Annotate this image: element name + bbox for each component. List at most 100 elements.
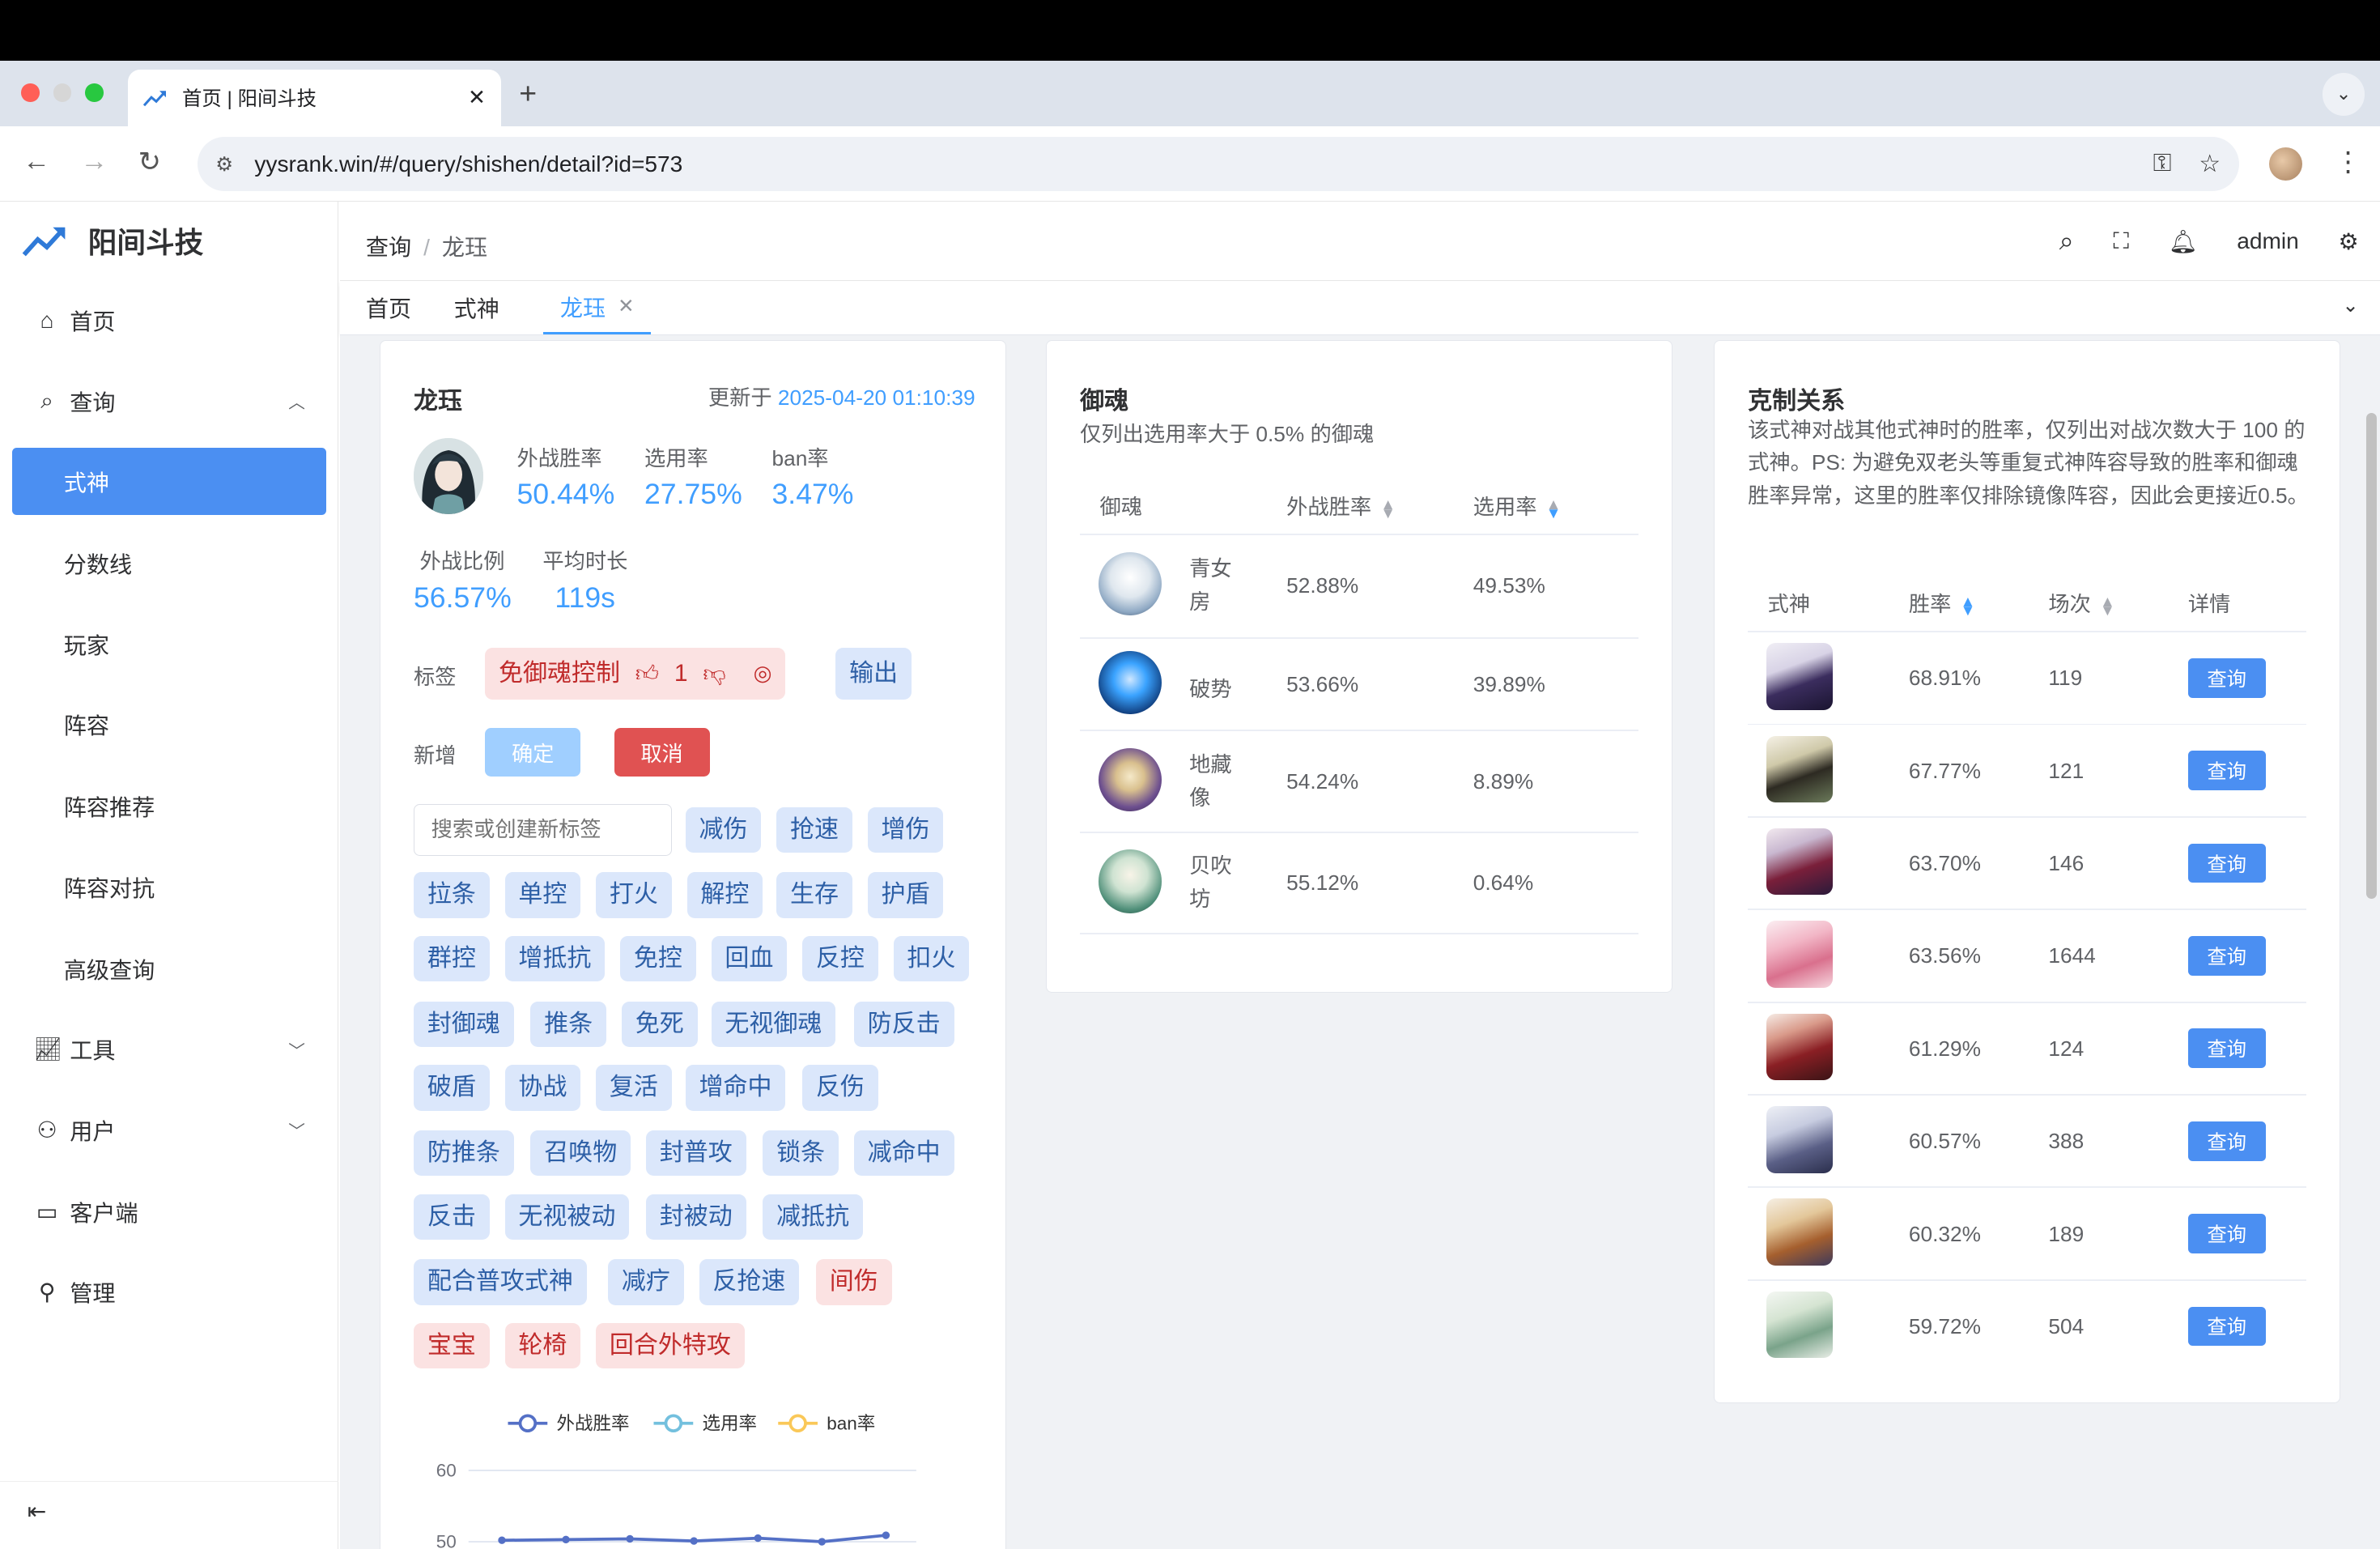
yuhun-name[interactable]: 地藏像: [1189, 748, 1232, 815]
brand-logo[interactable]: 阳间斗技: [21, 220, 203, 262]
legend-item-ban[interactable]: ban率: [778, 1413, 875, 1433]
data-point-0[interactable]: [498, 1536, 506, 1545]
candidate-tag[interactable]: 反控: [802, 936, 878, 982]
candidate-tag[interactable]: 增伤: [867, 806, 944, 853]
cancel-button[interactable]: 取消: [614, 728, 710, 777]
candidate-tag[interactable]: 封被动: [645, 1194, 746, 1240]
sidebar-sub-score-line[interactable]: 分数线: [12, 530, 326, 597]
candidate-tag[interactable]: 宝宝: [414, 1323, 490, 1369]
candidate-tag[interactable]: 防推条: [414, 1130, 514, 1177]
gear-icon[interactable]: ⚙: [2339, 228, 2359, 255]
candidate-tag[interactable]: 增抵抗: [504, 936, 606, 982]
thumbs-up-icon[interactable]: 👍︎: [635, 648, 659, 700]
candidate-tag[interactable]: 破盾: [414, 1065, 490, 1111]
data-point-1[interactable]: [562, 1535, 570, 1544]
candidate-tag[interactable]: 封御魂: [414, 1001, 514, 1047]
candidate-tag[interactable]: 减疗: [608, 1259, 684, 1305]
close-icon[interactable]: ✕: [618, 294, 634, 318]
sidebar-item-tools[interactable]: 📈︎ 工具 ﹀: [0, 1015, 338, 1083]
reload-icon[interactable]: ↻: [138, 146, 161, 178]
tag-view-shishen[interactable]: 式神: [454, 281, 499, 334]
key-icon[interactable]: ⚿: [2153, 150, 2172, 178]
bell-icon[interactable]: 🔔︎: [2169, 228, 2198, 255]
candidate-tag[interactable]: 召唤物: [530, 1130, 631, 1177]
sidebar-item-admin[interactable]: ⚲ 管理: [0, 1258, 338, 1326]
sort-icon[interactable]: ▲ ▼: [2100, 594, 2115, 618]
browser-menu-icon[interactable]: ⋮: [2335, 146, 2362, 178]
data-point-4[interactable]: [754, 1534, 762, 1543]
candidate-tag[interactable]: 护盾: [867, 872, 944, 918]
forward-icon[interactable]: →: [80, 146, 108, 177]
candidate-tag[interactable]: 无视被动: [504, 1194, 630, 1240]
sidebar-item-home[interactable]: ⌂ 首页: [0, 287, 338, 354]
sidebar-item-query[interactable]: ⌕ 查询 ︿: [0, 368, 338, 435]
assigned-tag-shuchu[interactable]: 输出: [835, 647, 912, 700]
column-header-pick-rate[interactable]: 选用率 ▲ ▼: [1473, 490, 1562, 521]
candidate-tag[interactable]: 减命中: [853, 1130, 954, 1177]
candidate-tag[interactable]: 减抵抗: [763, 1194, 863, 1240]
candidate-tag[interactable]: 协战: [504, 1065, 581, 1111]
collapse-sidebar-icon[interactable]: ⇤: [28, 1498, 47, 1525]
tag-view-longjue[interactable]: 龙珏 ✕: [543, 280, 652, 334]
fullscreen-icon[interactable]: ⛶: [2113, 228, 2129, 255]
sidebar-sub-advanced-query[interactable]: 高级查询: [12, 935, 326, 1002]
window-close-button[interactable]: [21, 83, 40, 102]
back-icon[interactable]: ←: [23, 146, 50, 177]
candidate-tag[interactable]: 复活: [596, 1065, 672, 1111]
sort-icon[interactable]: ▲ ▼: [1961, 594, 1976, 618]
candidate-tag[interactable]: 轮椅: [504, 1323, 581, 1369]
candidate-tag[interactable]: 反伤: [802, 1065, 878, 1111]
candidate-tag[interactable]: 减伤: [685, 806, 762, 853]
query-button[interactable]: 查询: [2187, 1028, 2266, 1069]
candidate-tag[interactable]: 配合普攻式神: [414, 1259, 587, 1305]
candidate-tag[interactable]: 间伤: [815, 1259, 892, 1305]
candidate-tag[interactable]: 增命中: [685, 1065, 786, 1111]
chevron-down-icon[interactable]: ⌄: [2342, 293, 2358, 317]
sidebar-item-client[interactable]: ▭ 客户端: [0, 1178, 338, 1245]
tag-search-input[interactable]: [414, 803, 672, 856]
candidate-tag[interactable]: 拉条: [414, 872, 490, 918]
candidate-tag[interactable]: 回合外特攻: [596, 1323, 745, 1369]
column-header-win-rate[interactable]: 外战胜率 ▲ ▼: [1286, 490, 1396, 521]
data-point-2[interactable]: [626, 1534, 634, 1543]
candidate-tag[interactable]: 封普攻: [645, 1130, 746, 1177]
eye-off-icon[interactable]: ◎: [754, 648, 772, 700]
tab-search-button[interactable]: ⌄: [2322, 73, 2365, 116]
query-button[interactable]: 查询: [2187, 843, 2266, 883]
thumbs-down-icon[interactable]: 👎︎: [703, 648, 726, 700]
new-tab-button[interactable]: +: [519, 76, 537, 111]
query-button[interactable]: 查询: [2187, 1121, 2266, 1161]
column-header-count[interactable]: 场次 ▲ ▼: [2048, 587, 2114, 618]
candidate-tag[interactable]: 无视御魂: [711, 1001, 836, 1047]
candidate-tag[interactable]: 免控: [620, 936, 696, 982]
yuhun-name[interactable]: 破势: [1189, 672, 1232, 703]
data-point-5[interactable]: [818, 1538, 826, 1546]
yuhun-name[interactable]: 贝吹坊: [1189, 849, 1232, 917]
breadcrumb-root[interactable]: 查询: [366, 235, 411, 260]
candidate-tag[interactable]: 扣火: [893, 936, 970, 982]
yuhun-name[interactable]: 青女房: [1189, 552, 1232, 619]
sidebar-sub-lineup-versus[interactable]: 阵容对抗: [12, 853, 326, 921]
legend-item-pick[interactable]: 选用率: [653, 1413, 757, 1433]
sidebar-item-user[interactable]: ⚇ 用户 ﹀: [0, 1096, 338, 1164]
assigned-tag-mianyuhunkongzhi[interactable]: 免御魂控制 👍︎ 1 👎︎ ◎: [485, 647, 786, 700]
sidebar-sub-lineup[interactable]: 阵容: [12, 691, 326, 758]
confirm-button[interactable]: 确定: [485, 728, 581, 777]
browser-tab[interactable]: 首页 | 阳间斗技 ✕: [127, 70, 501, 126]
query-button[interactable]: 查询: [2187, 1306, 2266, 1347]
column-header-rate[interactable]: 胜率 ▲ ▼: [1909, 587, 1975, 618]
site-settings-icon[interactable]: ⚙: [215, 152, 233, 177]
url-field[interactable]: ⚙ yysrank.win/#/query/shishen/detail?id=…: [197, 136, 2239, 192]
candidate-tag[interactable]: 推条: [530, 1001, 607, 1047]
user-name[interactable]: admin: [2237, 228, 2299, 254]
data-point-6[interactable]: [882, 1531, 890, 1539]
data-point-3[interactable]: [690, 1537, 698, 1545]
candidate-tag[interactable]: 单控: [504, 872, 581, 918]
candidate-tag[interactable]: 解控: [686, 872, 763, 918]
close-tab-icon[interactable]: ✕: [468, 85, 486, 110]
window-minimize-button[interactable]: [53, 83, 72, 102]
sidebar-sub-shishen[interactable]: 式神: [12, 448, 327, 515]
sidebar-sub-lineup-recommend[interactable]: 阵容推荐: [12, 772, 326, 840]
candidate-tag[interactable]: 打火: [596, 872, 672, 918]
candidate-tag[interactable]: 免死: [621, 1001, 698, 1047]
